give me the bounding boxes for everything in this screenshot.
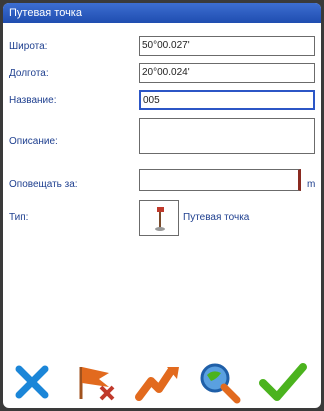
longitude-field[interactable]: 20°00.024' — [139, 63, 315, 83]
waypoint-dialog: Путевая точка Широта: 50°00.027' Долгота… — [3, 3, 321, 408]
cancel-button[interactable] — [7, 359, 63, 405]
find-button[interactable] — [193, 359, 249, 405]
flag-delete-icon — [79, 367, 115, 401]
window-title: Путевая точка — [3, 3, 321, 23]
route-icon — [135, 367, 179, 401]
longitude-label: Долгота: — [9, 68, 49, 79]
confirm-button[interactable] — [255, 359, 311, 405]
description-field[interactable] — [139, 118, 315, 154]
notify-unit: m — [307, 179, 316, 190]
notify-distance-field[interactable] — [139, 169, 301, 191]
name-field[interactable]: 005 — [139, 90, 315, 110]
route-button[interactable] — [131, 359, 187, 405]
type-select-button[interactable] — [139, 200, 179, 236]
delete-waypoint-button[interactable] — [69, 359, 125, 405]
latitude-field[interactable]: 50°00.027' — [139, 36, 315, 56]
name-label: Название: — [9, 95, 57, 106]
type-value: Путевая точка — [183, 212, 250, 223]
search-globe-icon — [200, 363, 241, 404]
checkmark-icon — [259, 363, 307, 401]
waypoint-pin-icon — [155, 207, 165, 231]
bottom-toolbar — [3, 359, 321, 405]
notify-label: Оповещать за: — [9, 179, 78, 190]
description-label: Описание: — [9, 136, 58, 147]
latitude-label: Широта: — [9, 41, 48, 52]
close-x-icon — [15, 365, 49, 399]
type-label: Тип: — [9, 212, 29, 223]
